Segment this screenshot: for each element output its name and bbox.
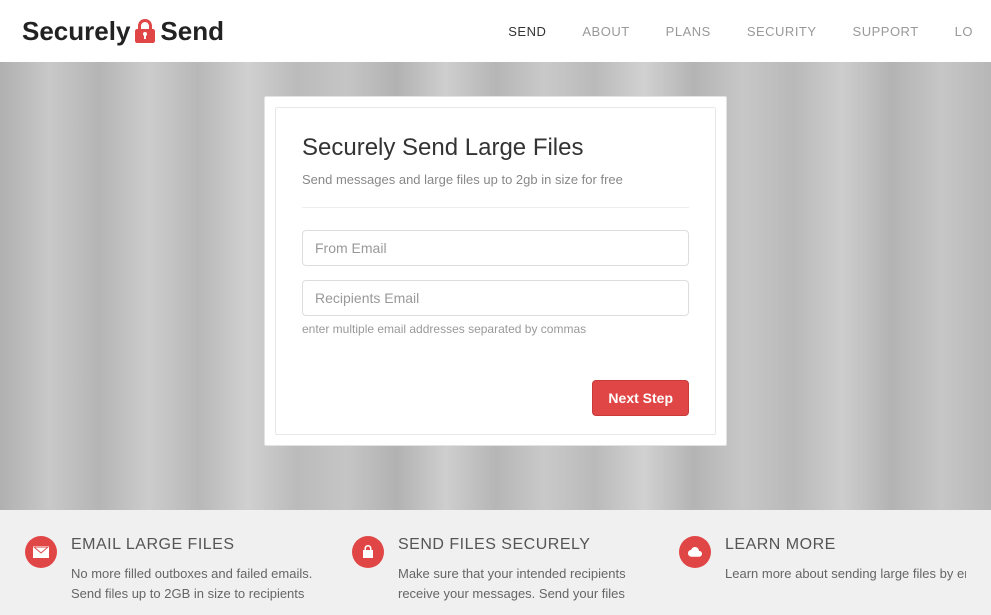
feature-title: SEND FILES SECURELY <box>398 536 659 554</box>
feature-secure: SEND FILES SECURELY Make sure that your … <box>342 536 669 615</box>
helper-text: enter multiple email addresses separated… <box>302 322 689 336</box>
feature-content: SEND FILES SECURELY Make sure that your … <box>398 536 659 603</box>
logo-text-1: Securely <box>22 16 130 47</box>
recipients-email-input[interactable] <box>302 280 689 316</box>
next-step-button[interactable]: Next Step <box>592 380 689 416</box>
feature-content: EMAIL LARGE FILES No more filled outboxe… <box>71 536 332 603</box>
cloud-icon <box>679 536 711 568</box>
nav: SEND ABOUT PLANS SECURITY SUPPORT LO <box>490 24 991 39</box>
feature-title: EMAIL LARGE FILES <box>71 536 332 554</box>
feature-learn: LEARN MORE Learn more about sending larg… <box>669 536 976 615</box>
feature-desc: Learn more about sending large files by … <box>725 564 966 584</box>
card-subtitle: Send messages and large files up to 2gb … <box>302 172 689 187</box>
from-email-input[interactable] <box>302 230 689 266</box>
feature-email: EMAIL LARGE FILES No more filled outboxe… <box>15 536 342 615</box>
card-actions: Next Step <box>302 380 689 416</box>
nav-login[interactable]: LO <box>937 24 991 39</box>
feature-desc: No more filled outboxes and failed email… <box>71 564 332 603</box>
header: Securely Send SEND ABOUT PLANS SECURITY … <box>0 0 991 62</box>
send-card: Securely Send Large Files Send messages … <box>264 96 727 446</box>
nav-send[interactable]: SEND <box>490 24 564 39</box>
nav-plans[interactable]: PLANS <box>648 24 729 39</box>
logo[interactable]: Securely Send <box>22 16 224 47</box>
nav-support[interactable]: SUPPORT <box>835 24 937 39</box>
feature-desc: Make sure that your intended recipients … <box>398 564 659 603</box>
feature-content: LEARN MORE Learn more about sending larg… <box>725 536 966 584</box>
nav-about[interactable]: ABOUT <box>564 24 647 39</box>
logo-text-2: Send <box>160 16 224 47</box>
lock-small-icon <box>352 536 384 568</box>
features-section: EMAIL LARGE FILES No more filled outboxe… <box>0 510 991 615</box>
envelope-icon <box>25 536 57 568</box>
hero: Securely Send Large Files Send messages … <box>0 62 991 510</box>
card-inner: Securely Send Large Files Send messages … <box>275 107 716 435</box>
lock-icon <box>132 17 158 45</box>
feature-title: LEARN MORE <box>725 536 966 554</box>
divider <box>302 207 689 208</box>
nav-security[interactable]: SECURITY <box>729 24 835 39</box>
card-title: Securely Send Large Files <box>302 134 689 162</box>
